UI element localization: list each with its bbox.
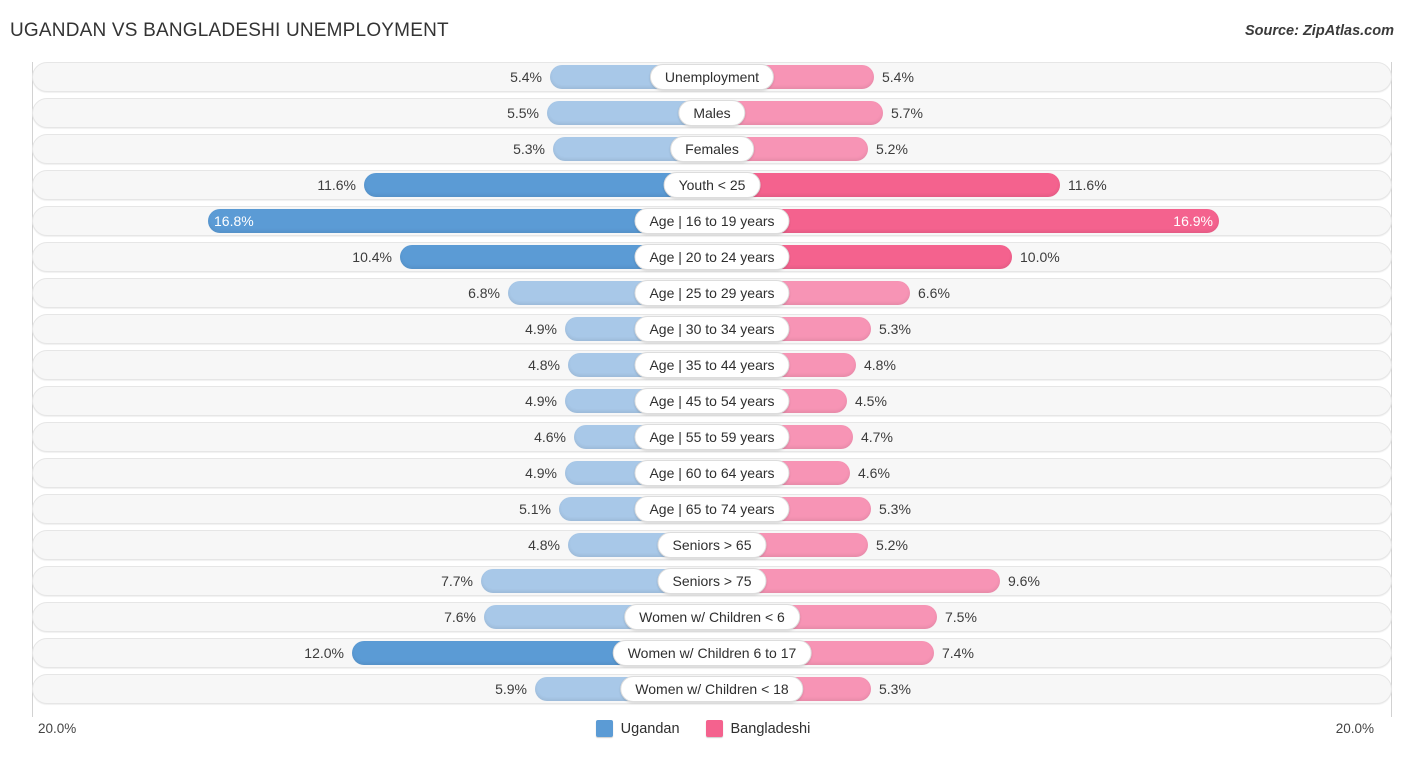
- value-label-left: 5.4%: [510, 69, 542, 85]
- value-label-left: 11.6%: [317, 177, 356, 193]
- value-label-right: 5.2%: [876, 141, 908, 157]
- legend-label: Bangladeshi: [730, 720, 811, 737]
- value-label-right: 5.7%: [891, 105, 923, 121]
- value-label-right: 4.7%: [861, 429, 893, 445]
- value-label-left: 5.3%: [513, 141, 545, 157]
- category-label-pill: Age | 16 to 19 years: [634, 208, 790, 234]
- value-label-right: 6.6%: [918, 285, 950, 301]
- chart-row: 4.9% 5.3% Age | 30 to 34 years: [32, 314, 1392, 344]
- chart-footer: 20.0% 20.0% Ugandan Bangladeshi: [0, 717, 1406, 757]
- chart-row: 7.6% 7.5% Women w/ Children < 6: [32, 602, 1392, 632]
- category-label-pill: Age | 20 to 24 years: [634, 244, 790, 270]
- value-label-right: 4.6%: [858, 465, 890, 481]
- legend-swatch-icon: [705, 720, 723, 737]
- value-label-left: 4.9%: [525, 321, 557, 337]
- category-label-pill: Women w/ Children 6 to 17: [612, 640, 812, 666]
- value-label-left: 4.9%: [525, 465, 557, 481]
- category-label-pill: Females: [670, 136, 754, 162]
- bar-left-ugandan: [364, 173, 712, 197]
- value-label-left: 10.4%: [352, 249, 392, 265]
- legend-item: Ugandan: [595, 720, 680, 737]
- chart-row: 12.0% 7.4% Women w/ Children 6 to 17: [32, 638, 1392, 668]
- value-label-right: 9.6%: [1008, 573, 1040, 589]
- chart-row: 5.9% 5.3% Women w/ Children < 18: [32, 674, 1392, 704]
- bars-plot-area: 5.4% 5.4% Unemployment 5.5% 5.7% Males 5.3% 5.2…: [32, 62, 1392, 717]
- value-label-left: 5.1%: [519, 501, 551, 517]
- chart-row: 4.9% 4.6% Age | 60 to 64 years: [32, 458, 1392, 488]
- value-label-right: 16.9%: [1173, 213, 1213, 229]
- chart-row: 5.4% 5.4% Unemployment: [32, 62, 1392, 92]
- value-label-right: 10.0%: [1020, 249, 1060, 265]
- category-label-pill: Women w/ Children < 18: [620, 676, 804, 702]
- category-label-pill: Age | 35 to 44 years: [634, 352, 790, 378]
- chart-row: 16.8% 16.9% Age | 16 to 19 years: [32, 206, 1392, 236]
- bar-right-bangladeshi: [712, 173, 1060, 197]
- value-label-right: 7.4%: [942, 645, 974, 661]
- value-label-right: 5.3%: [879, 681, 911, 697]
- value-label-left: 5.5%: [507, 105, 539, 121]
- category-label-pill: Age | 45 to 54 years: [634, 388, 790, 414]
- value-label-right: 5.3%: [879, 501, 911, 517]
- value-label-left: 4.6%: [534, 429, 566, 445]
- chart-row: 4.8% 4.8% Age | 35 to 44 years: [32, 350, 1392, 380]
- page-title: UGANDAN VS BANGLADESHI UNEMPLOYMENT: [10, 20, 449, 41]
- chart-row: 4.8% 5.2% Seniors > 65: [32, 530, 1392, 560]
- chart-header: UGANDAN VS BANGLADESHI UNEMPLOYMENT Sour…: [0, 0, 1406, 58]
- chart-row: 4.6% 4.7% Age | 55 to 59 years: [32, 422, 1392, 452]
- value-label-left: 5.9%: [495, 681, 527, 697]
- legend-swatch-icon: [595, 720, 613, 737]
- category-label-pill: Males: [678, 100, 746, 126]
- value-label-right: 7.5%: [945, 609, 977, 625]
- value-label-right: 4.8%: [864, 357, 896, 373]
- value-label-left: 4.8%: [528, 537, 560, 553]
- chart-row: 7.7% 9.6% Seniors > 75: [32, 566, 1392, 596]
- chart-row: 6.8% 6.6% Age | 25 to 29 years: [32, 278, 1392, 308]
- chart-row: 5.3% 5.2% Females: [32, 134, 1392, 164]
- value-label-left: 16.8%: [214, 213, 254, 229]
- category-label-pill: Unemployment: [649, 64, 775, 90]
- value-label-right: 11.6%: [1068, 177, 1107, 193]
- legend-item: Bangladeshi: [705, 720, 811, 737]
- category-label-pill: Age | 65 to 74 years: [634, 496, 790, 522]
- category-label-pill: Seniors > 75: [657, 568, 767, 594]
- legend: Ugandan Bangladeshi: [0, 720, 1406, 737]
- value-label-left: 6.8%: [468, 285, 500, 301]
- chart-row: 5.5% 5.7% Males: [32, 98, 1392, 128]
- value-label-right: 5.2%: [876, 537, 908, 553]
- value-label-left: 4.8%: [528, 357, 560, 373]
- chart-row: 10.4% 10.0% Age | 20 to 24 years: [32, 242, 1392, 272]
- chart-row: 11.6% 11.6% Youth < 25: [32, 170, 1392, 200]
- value-label-left: 12.0%: [304, 645, 344, 661]
- value-label-left: 7.7%: [441, 573, 473, 589]
- category-label-pill: Age | 30 to 34 years: [634, 316, 790, 342]
- value-label-left: 4.9%: [525, 393, 557, 409]
- source-attribution: Source: ZipAtlas.com: [1244, 23, 1394, 39]
- value-label-right: 5.4%: [882, 69, 914, 85]
- chart-row: 5.1% 5.3% Age | 65 to 74 years: [32, 494, 1392, 524]
- value-label-left: 7.6%: [444, 609, 476, 625]
- category-label-pill: Age | 55 to 59 years: [634, 424, 790, 450]
- category-label-pill: Age | 25 to 29 years: [634, 280, 790, 306]
- chart-root: UGANDAN VS BANGLADESHI UNEMPLOYMENT Sour…: [0, 0, 1406, 757]
- category-label-pill: Age | 60 to 64 years: [634, 460, 790, 486]
- value-label-right: 4.5%: [855, 393, 887, 409]
- category-label-pill: Youth < 25: [663, 172, 761, 198]
- legend-label: Ugandan: [620, 720, 680, 737]
- category-label-pill: Women w/ Children < 6: [624, 604, 800, 630]
- category-label-pill: Seniors > 65: [657, 532, 767, 558]
- chart-row: 4.9% 4.5% Age | 45 to 54 years: [32, 386, 1392, 416]
- value-label-right: 5.3%: [879, 321, 911, 337]
